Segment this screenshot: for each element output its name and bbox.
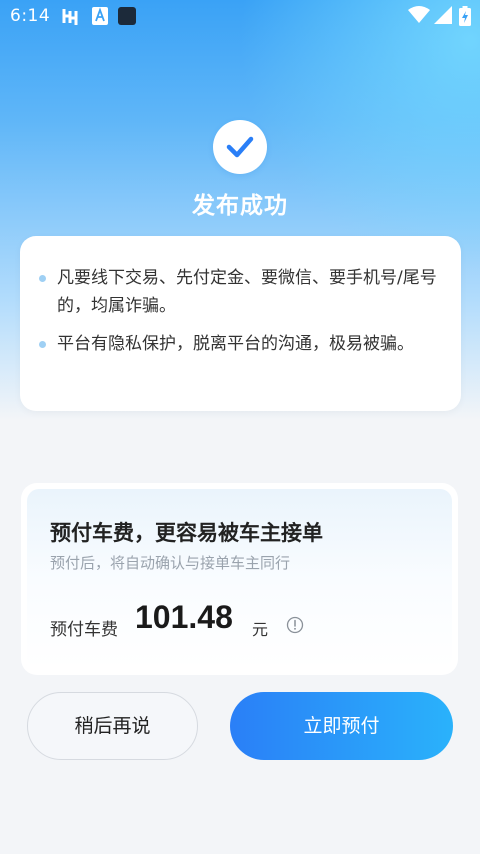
bullet-dot: [39, 275, 46, 282]
fee-amount: 101.48: [135, 599, 233, 635]
later-button[interactable]: 稍后再说: [27, 692, 198, 760]
warning-tip-text: 平台有隐私保护，脱离平台的沟通，极易被骗。: [57, 334, 414, 354]
warning-tip-text: 凡要线下交易、先付定金、要微信、要手机号/尾号的，均属诈骗。: [57, 268, 437, 316]
check-icon: [226, 136, 254, 158]
prepay-subtitle: 预付后，将自动确认与接单车主同行: [50, 554, 291, 572]
app-square-icon: [118, 7, 136, 29]
status-time: 6:14: [10, 6, 51, 26]
prepay-now-button[interactable]: 立即预付: [230, 692, 453, 760]
sync-icon: [60, 7, 80, 31]
wifi-icon: [408, 6, 430, 28]
font-a-icon: [92, 7, 108, 29]
success-badge: [213, 120, 267, 174]
battery-charging-icon: [459, 6, 471, 30]
fee-unit: 元: [252, 620, 269, 639]
bullet-dot: [39, 341, 46, 348]
prepay-title: 预付车费，更容易被车主接单: [50, 521, 323, 545]
signal-icon: [434, 6, 452, 28]
success-title: 发布成功: [192, 193, 288, 219]
status-bar: 6:14: [0, 0, 480, 32]
warning-card: 凡要线下交易、先付定金、要微信、要手机号/尾号的，均属诈骗。 平台有隐私保护，脱…: [20, 236, 461, 411]
prepay-card: 预付车费，更容易被车主接单 预付后，将自动确认与接单车主同行 预付车费 101.…: [21, 483, 458, 675]
info-icon[interactable]: [286, 616, 304, 638]
warning-tip: 凡要线下交易、先付定金、要微信、要手机号/尾号的，均属诈骗。: [39, 264, 457, 320]
prepay-card-inner: 预付车费，更容易被车主接单 预付后，将自动确认与接单车主同行 预付车费 101.…: [27, 489, 452, 669]
fee-label: 预付车费: [50, 620, 118, 640]
warning-tip: 平台有隐私保护，脱离平台的沟通，极易被骗。: [39, 330, 457, 358]
